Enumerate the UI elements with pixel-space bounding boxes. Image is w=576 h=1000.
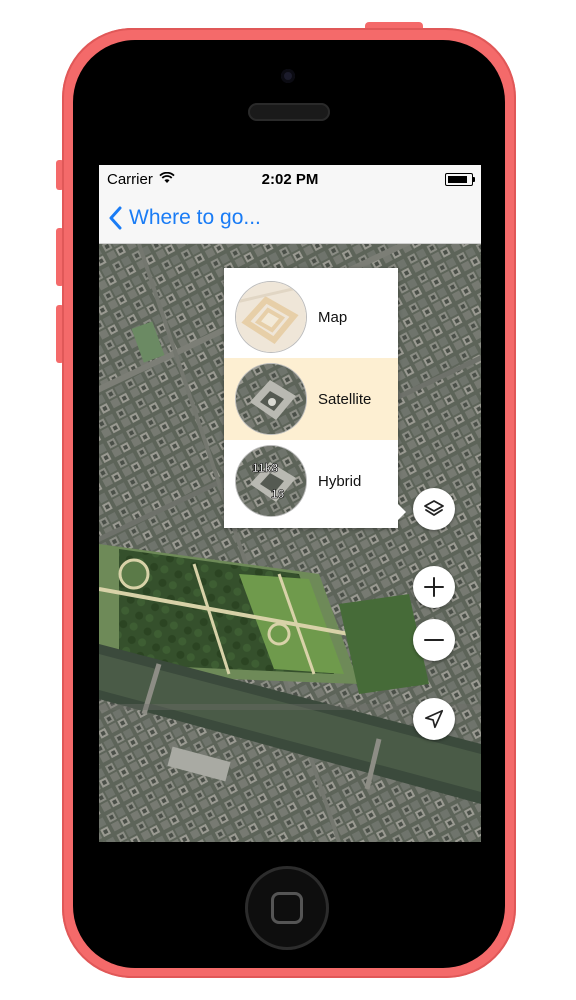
layer-option-label: Hybrid xyxy=(318,472,362,490)
earpiece-speaker xyxy=(248,103,330,121)
back-chevron-icon xyxy=(109,206,122,230)
back-button-label: Where to go... xyxy=(129,206,261,229)
satellite-thumbnail xyxy=(236,364,306,434)
hybrid-thumbnail: 11k8 16 xyxy=(236,446,306,516)
hybrid-label-a: 11k8 xyxy=(252,461,278,475)
zoom-in-button[interactable] xyxy=(413,566,455,608)
zoom-in-icon xyxy=(424,577,444,597)
layer-option-label: Map xyxy=(318,308,348,326)
home-button-square-icon xyxy=(271,892,303,924)
back-button[interactable]: Where to go... xyxy=(109,203,261,233)
layer-option-hybrid[interactable]: 11k8 16 Hybrid xyxy=(224,440,398,522)
map-layer-menu: Map Satellite 11k8 16 Hybrid xyxy=(224,268,406,528)
zoom-out-icon xyxy=(424,639,444,641)
phone-screen: Carrier 2:02 PM Where to go... Map Satel… xyxy=(99,165,481,842)
zoom-out-button[interactable] xyxy=(413,619,455,661)
location-arrow-icon xyxy=(424,709,444,729)
map-thumbnail xyxy=(236,282,306,352)
front-camera xyxy=(281,69,295,83)
hybrid-label-b: 16 xyxy=(271,487,285,501)
navigation-bar: Where to go... xyxy=(99,191,481,244)
layers-button[interactable] xyxy=(413,488,455,530)
battery-icon xyxy=(445,173,475,186)
layer-option-map[interactable]: Map xyxy=(224,276,398,358)
layer-option-satellite[interactable]: Satellite xyxy=(224,358,398,440)
status-time: 2:02 PM xyxy=(261,171,319,188)
layers-icon xyxy=(424,500,444,516)
my-location-button[interactable] xyxy=(413,698,455,740)
layer-option-label: Satellite xyxy=(318,390,372,408)
status-bar: Carrier 2:02 PM xyxy=(99,165,481,191)
